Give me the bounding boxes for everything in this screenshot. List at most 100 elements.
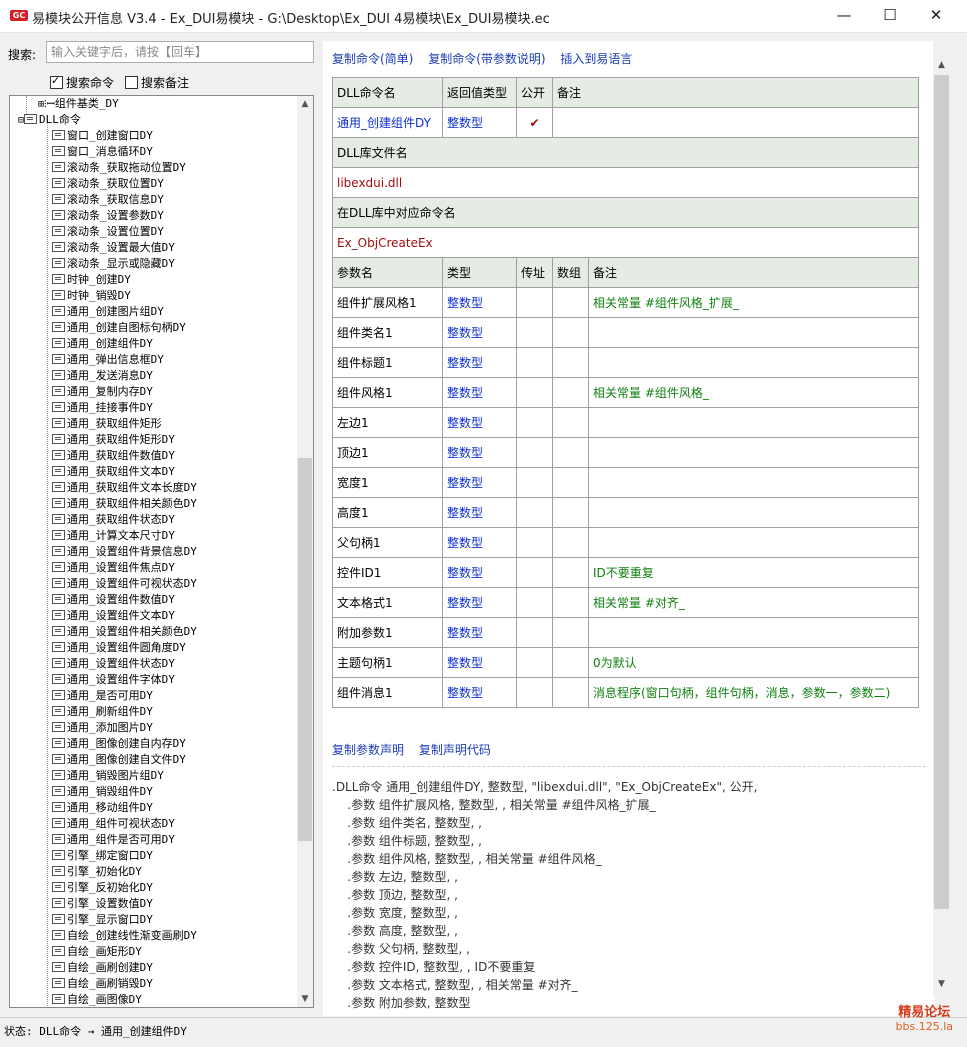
tree-item[interactable]: 通用_创建自图标句柄DY <box>52 320 186 336</box>
dll-command-icon <box>52 130 65 140</box>
tree-item[interactable]: 通用_获取组件文本DY <box>52 464 175 480</box>
tree-item-label: 引擎_绑定窗口DY <box>67 849 153 862</box>
tree-item-label: 通用_组件是否可用DY <box>67 833 175 846</box>
copy-params-link[interactable]: 复制参数声明 <box>332 743 404 757</box>
detail-scrollbar[interactable]: ▲ ▼ <box>933 41 950 996</box>
tree-item[interactable]: 通用_移动组件DY <box>52 800 153 816</box>
tree-item[interactable]: 滚动条_获取信息DY <box>52 192 164 208</box>
tree-item[interactable]: 通用_挂接事件DY <box>52 400 153 416</box>
col-header: 公开 <box>516 77 553 108</box>
param-name: 左边1 <box>332 407 443 438</box>
tree-item[interactable]: 自绘_画刷创建DY <box>52 960 153 976</box>
dll-command-icon <box>52 530 65 540</box>
scroll-up-icon[interactable]: ▲ <box>933 57 950 73</box>
dll-command-icon <box>52 722 65 732</box>
tree-item[interactable]: 通用_创建组件DY <box>52 336 153 352</box>
command-actions: 复制命令(简单) 复制命令(带参数说明) 插入到易语言 <box>332 50 643 67</box>
tree-item[interactable]: 引擎_设置数值DY <box>52 896 153 912</box>
tree-item[interactable]: 通用_创建图片组DY <box>52 304 164 320</box>
tree-item-label: 通用_销毁图片组DY <box>67 769 164 782</box>
tree-item[interactable]: 通用_图像创建自内存DY <box>52 736 186 752</box>
tree-item[interactable]: 引擎_显示窗口DY <box>52 912 153 928</box>
tree-item[interactable]: 自绘_创建线性渐变画刷DY <box>52 928 197 944</box>
close-button[interactable]: ✕ <box>913 0 959 32</box>
tree-item[interactable]: 通用_组件可视状态DY <box>52 816 175 832</box>
tree-item-label: 时钟_销毁DY <box>67 289 131 302</box>
tree-item[interactable]: 通用_获取组件状态DY <box>52 512 175 528</box>
tree-item-label: 通用_组件可视状态DY <box>67 817 175 830</box>
tree-item[interactable]: 通用_设置组件字体DY <box>52 672 175 688</box>
tree-item[interactable]: 自绘_画矩形DY <box>52 944 142 960</box>
tree-item[interactable]: 自绘_画刷销毁DY <box>52 976 153 992</box>
tree-item[interactable]: 通用_组件是否可用DY <box>52 832 175 848</box>
tree-item[interactable]: 通用_获取组件矩形 <box>52 416 162 432</box>
tree-item[interactable]: 引擎_初始化DY <box>52 864 142 880</box>
tree-item-label: 滚动条_设置最大值DY <box>67 241 175 254</box>
tree-item[interactable]: 滚动条_获取位置DY <box>52 176 164 192</box>
dll-command-icon <box>52 770 65 780</box>
tree-item[interactable]: 通用_是否可用DY <box>52 688 153 704</box>
tree-item-label: 通用_挂接事件DY <box>67 401 153 414</box>
tree-item[interactable]: 通用_设置组件圆角度DY <box>52 640 186 656</box>
tree-item[interactable]: 通用_销毁组件DY <box>52 784 153 800</box>
param-note <box>588 617 919 648</box>
tree-item[interactable]: 通用_发送消息DY <box>52 368 153 384</box>
tree-item[interactable]: 时钟_创建DY <box>52 272 131 288</box>
copy-full-link[interactable]: 复制命令(带参数说明) <box>428 52 545 66</box>
tree-item[interactable]: 通用_添加图片DY <box>52 720 153 736</box>
tree-item[interactable]: 通用_设置组件背景信息DY <box>52 544 197 560</box>
tree-group-dll[interactable]: ⊟ DLL命令 <box>18 112 81 128</box>
scrollbar-thumb[interactable] <box>298 458 312 841</box>
tree-item-label: 通用_获取组件数值DY <box>67 449 175 462</box>
tree-item[interactable]: 通用_弹出信息框DY <box>52 352 164 368</box>
insert-link[interactable]: 插入到易语言 <box>560 52 632 66</box>
tree-item[interactable]: 通用_刷新组件DY <box>52 704 153 720</box>
param-name: 附加参数1 <box>332 617 443 648</box>
tree-item[interactable]: 滚动条_设置最大值DY <box>52 240 175 256</box>
tree-scrollbar[interactable]: ▲ ▼ <box>297 96 313 1007</box>
scrollbar-thumb[interactable] <box>934 75 949 909</box>
tree-item[interactable]: 通用_获取组件文本长度DY <box>52 480 197 496</box>
tree-item[interactable]: 滚动条_获取拖动位置DY <box>52 160 186 176</box>
tree-item[interactable]: 通用_设置组件相关颜色DY <box>52 624 197 640</box>
tree-item[interactable]: 引擎_绑定窗口DY <box>52 848 153 864</box>
search-notes-checkbox[interactable]: 搜索备注 <box>125 74 189 91</box>
minimize-button[interactable]: — <box>821 0 867 32</box>
param-array <box>552 407 589 438</box>
search-input[interactable] <box>46 41 314 63</box>
tree-item[interactable]: 窗口_创建窗口DY <box>52 128 153 144</box>
scroll-down-icon[interactable]: ▼ <box>297 991 313 1007</box>
tree-item[interactable]: 通用_图像创建自文件DY <box>52 752 186 768</box>
module-tree[interactable]: ⊞⁝ꟷ组件基类_DY ⊟ DLL命令 窗口_创建窗口DY 窗口_消息循环DY 滚动条_… <box>9 95 314 1008</box>
tree-item[interactable]: 通用_获取组件数值DY <box>52 448 175 464</box>
tree-item[interactable]: 通用_获取组件相关颜色DY <box>52 496 197 512</box>
tree-item[interactable]: 滚动条_设置位置DY <box>52 224 164 240</box>
tree-item[interactable]: 时钟_销毁DY <box>52 288 131 304</box>
copy-code-link[interactable]: 复制声明代码 <box>419 743 491 757</box>
dll-command-icon <box>52 994 65 1004</box>
tree-item[interactable]: 通用_设置组件焦点DY <box>52 560 175 576</box>
maximize-button[interactable]: ☐ <box>867 0 913 32</box>
tree-item[interactable]: 窗口_消息循环DY <box>52 144 153 160</box>
tree-item[interactable]: 通用_销毁图片组DY <box>52 768 164 784</box>
tree-item[interactable]: 滚动条_显示或隐藏DY <box>52 256 175 272</box>
dll-command-icon <box>52 898 65 908</box>
tree-item[interactable]: 通用_计算文本尺寸DY <box>52 528 175 544</box>
tree-item[interactable]: 通用_复制内存DY <box>52 384 153 400</box>
tree-item[interactable]: 滚动条_设置参数DY <box>52 208 164 224</box>
scroll-up-icon[interactable]: ▲ <box>297 96 313 112</box>
tree-item[interactable]: 通用_设置组件文本DY <box>52 608 175 624</box>
tree-group-base[interactable]: ⊞⁝ꟷ组件基类_DY <box>38 96 119 112</box>
tree-item[interactable]: 引擎_反初始化DY <box>52 880 153 896</box>
dll-command-icon <box>52 962 65 972</box>
copy-simple-link[interactable]: 复制命令(简单) <box>332 52 413 66</box>
tree-item[interactable]: 通用_设置组件数值DY <box>52 592 175 608</box>
param-name: 控件ID1 <box>332 557 443 588</box>
tree-item[interactable]: 自绘_画图像DY <box>52 992 142 1007</box>
scroll-down-icon[interactable]: ▼ <box>933 976 950 992</box>
tree-item[interactable]: 通用_获取组件矩形DY <box>52 432 175 448</box>
dll-command-icon <box>52 706 65 716</box>
tree-item[interactable]: 通用_设置组件可视状态DY <box>52 576 197 592</box>
tree-item[interactable]: 通用_设置组件状态DY <box>52 656 175 672</box>
search-commands-checkbox[interactable]: 搜索命令 <box>50 74 114 91</box>
